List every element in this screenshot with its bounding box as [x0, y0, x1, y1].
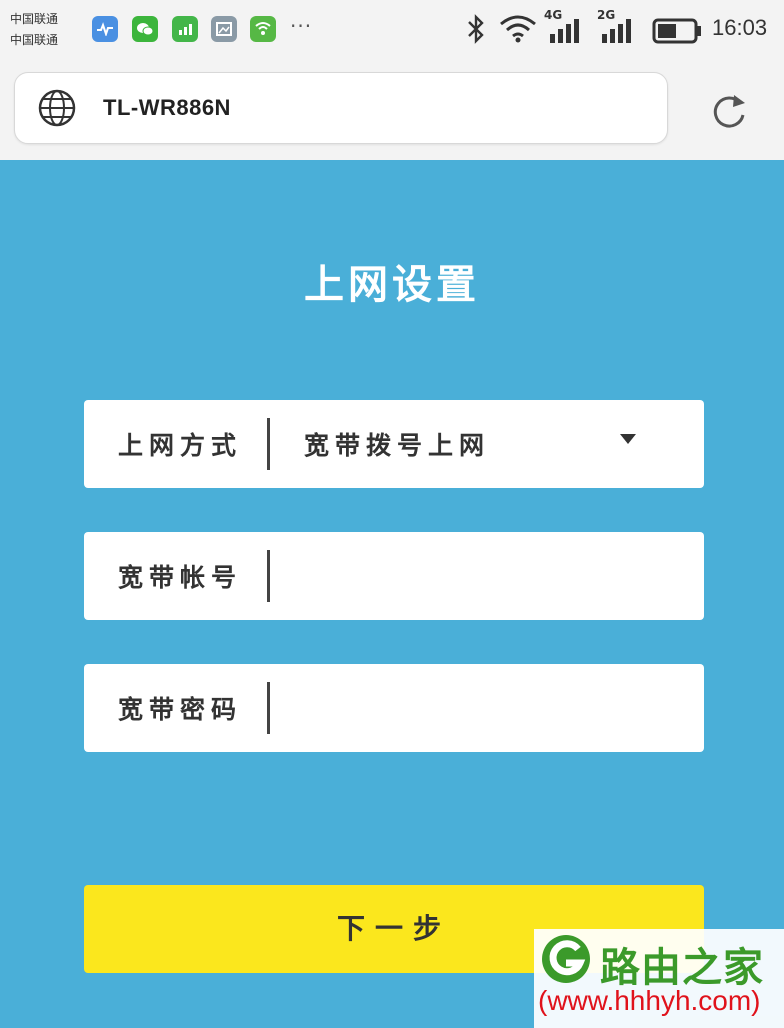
address-text: TL-WR886N: [103, 95, 231, 120]
health-app-icon: [92, 16, 118, 42]
field-divider: [267, 682, 270, 734]
signal-strength-icon-1: [548, 18, 582, 48]
field-label-connection-type: 上网方式: [118, 431, 243, 460]
field-label-password: 宽带密码: [118, 695, 243, 724]
reload-icon[interactable]: [709, 91, 749, 135]
page-title: 上网设置: [304, 261, 480, 308]
broadband-password-input[interactable]: [276, 678, 680, 740]
watermark-url: (www.hhhyh.com): [538, 985, 761, 1016]
watermark: 路由之家 (www.hhhyh.com): [534, 929, 784, 1028]
status-bar: 中国联通 中国联通 ··· 4G 2G 16:03: [0, 0, 784, 60]
wifi-shield-icon: [250, 16, 276, 42]
field-divider: [267, 418, 270, 470]
clock: 16:03: [712, 15, 768, 40]
wifi-icon: [498, 13, 538, 47]
gallery-icon: [211, 16, 237, 42]
more-notifications-icon: ···: [290, 14, 313, 38]
signal-strength-icon-2: [600, 18, 634, 48]
broadband-password-field[interactable]: 宽带密码: [84, 664, 704, 752]
signal-app-icon: [172, 16, 198, 42]
broadband-account-field[interactable]: 宽带帐号: [84, 532, 704, 620]
field-label-account: 宽带帐号: [118, 563, 243, 592]
router-home-logo-icon: [538, 933, 596, 989]
address-bar[interactable]: TL-WR886N: [14, 72, 668, 144]
wechat-icon: [132, 16, 158, 42]
battery-icon: [652, 18, 702, 48]
browser-toolbar: TL-WR886N: [0, 60, 784, 160]
globe-icon: [37, 88, 77, 132]
field-divider: [267, 550, 270, 602]
carrier-label-1: 中国联通: [10, 12, 59, 26]
chevron-down-icon: [620, 434, 636, 444]
bluetooth-icon: [466, 14, 486, 48]
carrier-label-2: 中国联通: [10, 33, 59, 47]
connection-type-value: 宽带拨号上网: [304, 431, 491, 460]
broadband-account-input[interactable]: [276, 546, 680, 608]
connection-type-select[interactable]: 上网方式 宽带拨号上网: [84, 400, 704, 488]
